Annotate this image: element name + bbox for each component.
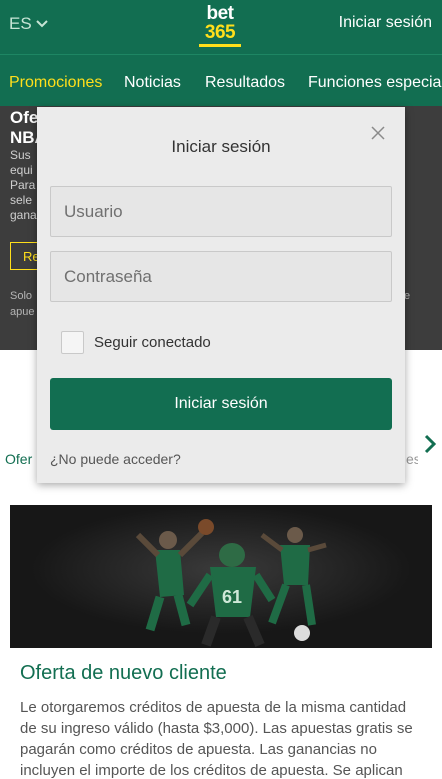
modal-title: Iniciar sesión (171, 137, 271, 156)
remember-me-label: Seguir conectado (94, 334, 211, 351)
remember-me-checkbox[interactable] (61, 331, 84, 354)
nav-item-resultados[interactable]: Resultados (205, 74, 285, 92)
hero-button[interactable]: Re (10, 242, 40, 270)
language-label: ES (9, 14, 32, 33)
hero-title-line: Ofe (10, 108, 38, 127)
chevron-down-icon (35, 20, 48, 28)
password-input[interactable] (50, 251, 392, 302)
hero-title-line: NBA (10, 128, 38, 147)
logo-underline (199, 44, 241, 47)
nav-item-noticias[interactable]: Noticias (124, 74, 181, 92)
promo-title: Oferta de nuevo cliente (20, 662, 227, 684)
login-modal: Iniciar sesión Seguir conectado Iniciar … (37, 107, 405, 483)
hero-footnote-line: apue (10, 306, 35, 318)
login-submit-button[interactable]: Iniciar sesión (50, 378, 392, 430)
forgot-access-link[interactable]: ¿No puede acceder? (50, 451, 181, 467)
header-login-link[interactable]: Iniciar sesión (339, 14, 432, 32)
hero-title: Ofe NBA (10, 108, 38, 148)
promo-text: Le otorgaremos créditos de apuesta de la… (20, 699, 413, 779)
site-header: ES bet 365 Iniciar sesión (0, 0, 442, 54)
promo-tab-left[interactable]: Ofer (5, 451, 37, 467)
nav-item-promociones[interactable]: Promociones (9, 74, 102, 92)
promo-tab-right[interactable]: es (406, 451, 418, 467)
promo-image: 61 (10, 505, 432, 648)
hero-body-line: equi (10, 163, 33, 177)
hero-footnote: Solo apue (10, 288, 38, 320)
chevron-right-icon[interactable] (424, 434, 436, 454)
nav-item-funciones-especiales[interactable]: Funciones especiales (308, 74, 442, 92)
logo-text-bottom: 365 (204, 22, 236, 43)
hero-body-line: gana (10, 208, 37, 222)
logo-text-top: bet (206, 3, 235, 24)
language-selector[interactable]: ES (9, 14, 48, 34)
hero-body-line: Sus (10, 148, 31, 162)
football-players-illustration: 61 (10, 505, 432, 648)
username-input[interactable] (50, 186, 392, 237)
hero-footnote-line: Solo (10, 290, 33, 302)
main-nav: Promociones Noticias Resultados Funcione… (0, 54, 442, 106)
svg-text:61: 61 (222, 587, 242, 607)
bet365-logo[interactable]: bet 365 (197, 4, 243, 47)
remember-me-row[interactable]: Seguir conectado (61, 331, 211, 354)
hero-body: Sus equi Para sele gana (10, 148, 38, 223)
hero-body-line: Para (10, 178, 36, 192)
close-icon[interactable] (370, 125, 386, 141)
hero-body-line: sele (10, 193, 33, 207)
